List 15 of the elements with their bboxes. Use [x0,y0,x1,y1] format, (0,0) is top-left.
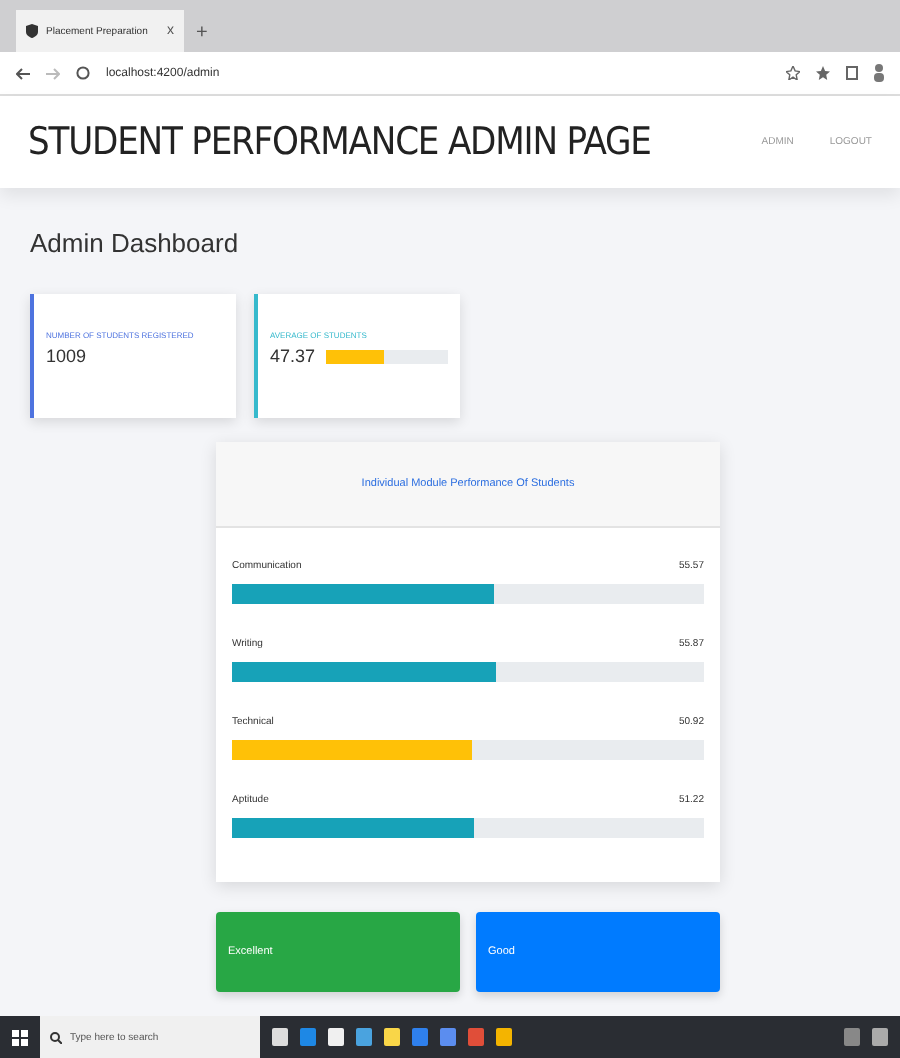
page-title: STUDENT PERFORMANCE ADMIN PAGE [28,120,653,164]
new-tab-button[interactable]: + [196,22,208,44]
bookmarks-icon[interactable] [816,66,830,80]
search-icon [50,1031,62,1043]
profile-icon[interactable] [874,64,884,82]
stat-value: 47.37 [270,346,316,366]
windows-start-icon[interactable] [12,1029,28,1045]
back-arrow-icon[interactable] [16,67,30,79]
reload-icon[interactable] [76,66,90,80]
extension-icon[interactable] [846,66,858,80]
stat-value: 1009 [46,346,87,366]
star-icon[interactable] [786,66,800,80]
shield-icon [26,24,38,38]
dashboard-heading: Admin Dashboard [30,228,241,258]
forward-arrow-icon[interactable] [46,67,60,79]
